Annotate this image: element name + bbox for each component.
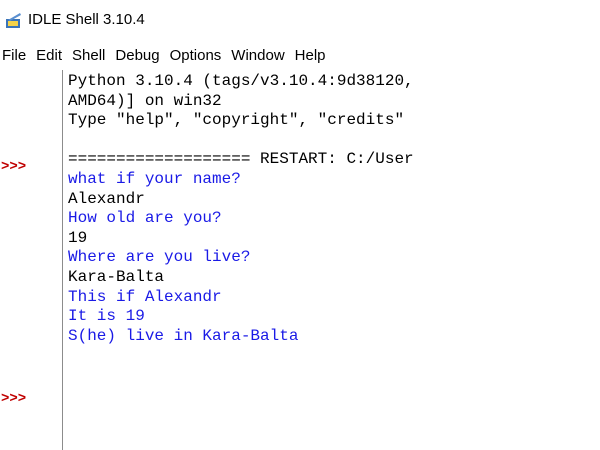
menu-bar: File Edit Shell Debug Options Window Hel… <box>0 43 600 69</box>
shell-input-line: Kara-Balta <box>68 267 165 286</box>
shell-output-area[interactable]: Python 3.10.4 (tags/v3.10.4:9d38120, AMD… <box>68 72 600 450</box>
shell-line: AMD64)] on win32 <box>68 91 222 110</box>
idle-feather-icon <box>6 13 21 28</box>
shell-output-line: Where are you live? <box>68 248 251 267</box>
gutter-divider <box>62 70 63 450</box>
shell-input-line: Alexandr <box>68 189 145 208</box>
shell-output-line: This if Alexandr <box>68 287 222 306</box>
shell-line: Type "help", "copyright", "credits" <box>68 111 405 130</box>
menu-help[interactable]: Help <box>290 44 331 68</box>
window-title: IDLE Shell 3.10.4 <box>28 11 145 28</box>
prompt-gutter: >>> >>> <box>0 70 62 450</box>
title-bar: IDLE Shell 3.10.4 <box>0 0 600 42</box>
menu-file[interactable]: File <box>0 44 31 68</box>
menu-edit[interactable]: Edit <box>31 44 67 68</box>
shell-output-line: How old are you? <box>68 209 222 228</box>
menu-window[interactable]: Window <box>226 44 289 68</box>
shell-output-line: what if your name? <box>68 169 241 188</box>
shell-prompt: >>> <box>1 391 27 407</box>
menu-options[interactable]: Options <box>165 44 227 68</box>
shell-line: Python 3.10.4 (tags/v3.10.4:9d38120, <box>68 72 414 90</box>
menu-debug[interactable]: Debug <box>110 44 164 68</box>
shell-input-line: 19 <box>68 228 88 247</box>
shell-prompt: >>> <box>1 159 27 175</box>
restart-banner: =================== RESTART: C:/User <box>68 150 414 169</box>
shell-output-line: S(he) live in Kara-Balta <box>68 326 299 345</box>
menu-shell[interactable]: Shell <box>67 44 110 68</box>
shell-output-line: It is 19 <box>68 307 145 326</box>
